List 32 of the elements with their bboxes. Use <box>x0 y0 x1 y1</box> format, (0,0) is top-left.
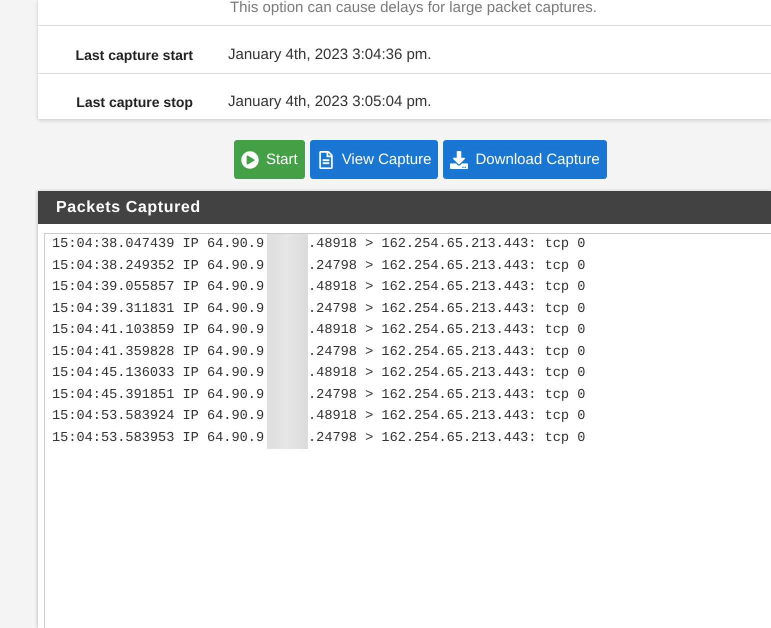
field-label: Last capture start <box>76 47 194 63</box>
log-line-text: 15:04:41.359828 IP 64.90.9 <box>52 344 266 362</box>
log-line-text: 15:04:38.249352 IP 64.90.9 <box>52 258 266 276</box>
log-line-text: 15:04:39.311831 IP 64.90.9 <box>52 300 266 318</box>
play-icon <box>241 150 259 168</box>
file-icon <box>316 150 335 168</box>
log-line-text: .48918 > 162.254.65.213.443: tcp 0 <box>308 279 586 297</box>
field-value: January 4th, 2023 3:04:36 pm. <box>228 47 432 63</box>
log-line-text: .48918 > 162.254.65.213.443: tcp 0 <box>308 236 586 254</box>
log-line-text: 15:04:53.583953 IP 64.90.9 <box>52 430 266 448</box>
field-label: Last capture stop <box>76 94 194 110</box>
log-line-text: 15:04:53.583924 IP 64.90.9 <box>52 408 266 426</box>
log-line-text: 15:04:45.136033 IP 64.90.9 <box>52 365 266 383</box>
log-line-text: .24798 > 162.254.65.213.443: tcp 0 <box>308 386 586 404</box>
view-capture-button[interactable]: View Capture <box>310 140 438 179</box>
log-line-text: .24798 > 162.254.65.213.443: tcp 0 <box>308 300 586 318</box>
start-button[interactable]: Start <box>234 140 305 179</box>
log-line-text: 15:04:39.055857 IP 64.90.9 <box>52 279 266 297</box>
log-line-text: .48918 > 162.254.65.213.443: tcp 0 <box>308 322 586 340</box>
log-line-text: .24798 > 162.254.65.213.443: tcp 0 <box>308 430 586 448</box>
log-line-text: 15:04:41.103859 IP 64.90.9 <box>52 322 266 340</box>
log-line-text: 15:04:45.391851 IP 64.90.9 <box>52 386 266 404</box>
help-text: This option can cause delays for large packet captures. <box>230 0 597 16</box>
log-line-text: .48918 > 162.254.65.213.443: tcp 0 <box>308 365 586 383</box>
download-capture-button[interactable]: Download Capture <box>443 140 607 179</box>
field-value: January 4th, 2023 3:05:04 pm. <box>228 94 432 110</box>
panel-title: Packets Captured <box>56 198 201 216</box>
download-icon <box>450 150 468 168</box>
log-line-text: 15:04:38.047439 IP 64.90.9 <box>52 236 266 254</box>
log-line-text: .48918 > 162.254.65.213.443: tcp 0 <box>308 408 586 426</box>
log-line-text: .24798 > 162.254.65.213.443: tcp 0 <box>308 344 586 362</box>
log-line-text: .24798 > 162.254.65.213.443: tcp 0 <box>308 258 586 276</box>
